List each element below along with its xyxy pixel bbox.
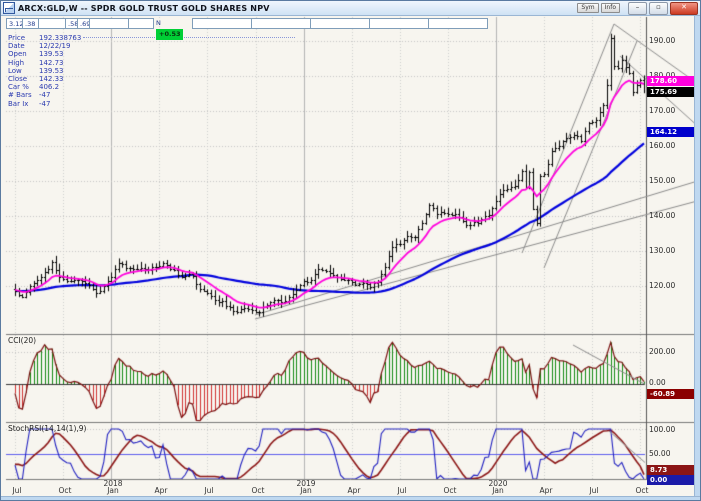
- last-price-flag: 175.69: [647, 87, 695, 97]
- price-tick-160: 160.00: [649, 141, 675, 150]
- quote-field-7[interactable]: [128, 18, 154, 29]
- x-tick-jan18: 2018Jan: [100, 480, 126, 494]
- quote-field-10[interactable]: [310, 18, 370, 29]
- x-tick-jul20: Jul: [581, 487, 607, 494]
- x-tick-jul18: Jul: [196, 487, 222, 494]
- legend-num-bars: -47: [39, 91, 50, 99]
- stochrsi-indicator-label[interactable]: StochRSI(14,14(1),9): [8, 424, 86, 433]
- x-tick-apr18: Apr: [148, 487, 174, 494]
- net-change-value: +0.53: [156, 29, 183, 40]
- stoch-d-value-flag: 8.73: [647, 465, 695, 475]
- chart-window: ARCX:GLD,W -- SPDR GOLD TRUST GOLD SHARE…: [0, 0, 701, 501]
- data-window-legend: Price192.338763 Date12/22/19 Open139.53 …: [8, 34, 295, 108]
- legend-open: 139.53: [39, 50, 64, 58]
- chart-app-icon: [3, 2, 15, 14]
- price-tick-150: 150.00: [649, 176, 675, 185]
- window-frame-right: [694, 16, 700, 501]
- x-tick-apr20: Apr: [533, 487, 559, 494]
- legend-price: 192.338763: [39, 34, 81, 42]
- quote-field-11[interactable]: [369, 18, 429, 29]
- quote-field-9[interactable]: [251, 18, 311, 29]
- price-tick-120: 120.00: [649, 281, 675, 290]
- legend-close: 142.33: [39, 75, 64, 83]
- x-tick-oct19: Oct: [437, 487, 463, 494]
- price-tick-130: 130.00: [649, 246, 675, 255]
- quote-field-2[interactable]: .38: [22, 18, 39, 29]
- price-leader-line: [83, 37, 295, 38]
- cci-tick-0: 0.00: [649, 378, 666, 387]
- x-tick-jan20: 2020Jan: [485, 480, 511, 494]
- stoch-k-value-flag: 0.00: [647, 475, 695, 485]
- cci-tick-200: 200.00: [649, 347, 675, 356]
- window-frame-bottom: [1, 496, 701, 500]
- sym-button[interactable]: Sym: [577, 3, 598, 13]
- close-button[interactable]: ✕: [670, 2, 698, 15]
- quote-field-8[interactable]: [192, 18, 252, 29]
- x-tick-oct17: Oct: [52, 487, 78, 494]
- legend-high: 142.73: [39, 59, 64, 67]
- stoch-tick-50: 50.00: [649, 449, 670, 458]
- x-tick-oct20: Oct: [629, 487, 655, 494]
- title-bar[interactable]: ARCX:GLD,W -- SPDR GOLD TRUST GOLD SHARE…: [1, 1, 701, 16]
- price-tick-170: 170.00: [649, 106, 675, 115]
- legend-low: 139.53: [39, 67, 64, 75]
- fast-ma-price-flag: 178.60: [647, 76, 695, 86]
- window-title: ARCX:GLD,W -- SPDR GOLD TRUST GOLD SHARE…: [18, 4, 270, 13]
- net-change: N +0.53: [156, 18, 183, 29]
- quote-field-1[interactable]: 3.12: [6, 18, 23, 29]
- x-tick-oct18: Oct: [245, 487, 271, 494]
- x-tick-apr19: Apr: [341, 487, 367, 494]
- maximize-button[interactable]: ▫: [649, 2, 668, 15]
- quote-field-12[interactable]: [428, 18, 488, 29]
- legend-date: 12/22/19: [39, 42, 70, 50]
- slow-ma-price-flag: 164.12: [647, 127, 695, 137]
- legend-car-pct: 406.2: [39, 83, 59, 91]
- price-tick-190: 190.00: [649, 36, 675, 45]
- cci-indicator-label[interactable]: CCI(20): [8, 336, 36, 345]
- price-tick-140: 140.00: [649, 211, 675, 220]
- quote-field-3[interactable]: [38, 18, 66, 29]
- x-tick-jan19: 2019Jan: [293, 480, 319, 494]
- cci-value-flag: -60.89: [647, 389, 695, 399]
- minimize-button[interactable]: –: [628, 2, 647, 15]
- legend-bar-ix: -47: [39, 100, 50, 108]
- net-change-label: N: [156, 19, 161, 27]
- stoch-tick-100: 100.00: [649, 425, 675, 434]
- x-tick-jul19: Jul: [389, 487, 415, 494]
- info-button[interactable]: Info: [601, 3, 620, 13]
- x-tick-jul17: Jul: [4, 487, 30, 494]
- quote-field-6[interactable]: [89, 18, 129, 29]
